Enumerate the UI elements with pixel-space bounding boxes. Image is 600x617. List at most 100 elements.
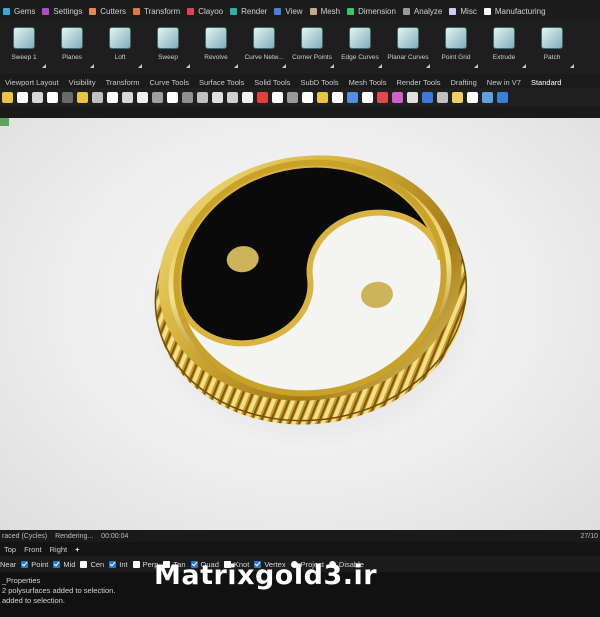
toolbar-icon[interactable]	[392, 91, 403, 103]
toolbar-icon[interactable]	[452, 91, 463, 103]
tool-button[interactable]: Corner Points	[288, 22, 336, 74]
category-tab[interactable]: Gems	[0, 0, 39, 22]
toolbar-tab[interactable]: Solid Tools	[249, 78, 295, 87]
category-tab-label: Render	[241, 6, 268, 16]
toolbar-icon[interactable]	[62, 91, 73, 103]
category-color-swatch	[3, 7, 10, 15]
osnap-checkbox[interactable]	[132, 560, 140, 568]
viewport-tab[interactable]: Front	[24, 545, 42, 554]
toolbar-icon[interactable]	[362, 91, 373, 103]
category-tab[interactable]: Analyze	[400, 0, 446, 22]
osnap-option[interactable]: Point	[21, 560, 48, 569]
tool-button[interactable]: Planes	[48, 22, 96, 74]
toolbar-icon[interactable]	[437, 91, 448, 103]
toolbar-icon[interactable]	[257, 91, 268, 103]
toolbar-tab[interactable]: Mesh Tools	[344, 78, 392, 87]
category-tab[interactable]: Cutters	[86, 0, 130, 22]
toolbar-icon[interactable]	[152, 91, 163, 103]
toolbar-icon[interactable]	[317, 91, 328, 103]
category-tab[interactable]: Dimension	[344, 0, 400, 22]
tool-label: Point Grid	[441, 54, 471, 61]
toolbar-icon[interactable]	[32, 91, 43, 103]
tool-icon	[493, 27, 515, 49]
toolbar-icon[interactable]	[242, 91, 253, 103]
category-color-swatch	[133, 7, 141, 15]
category-color-swatch	[449, 7, 457, 15]
tool-button[interactable]: Point Grid	[432, 22, 480, 74]
toolbar-icon[interactable]	[17, 91, 28, 103]
osnap-checkbox[interactable]	[21, 560, 29, 568]
toolbar-tab[interactable]: Curve Tools	[145, 78, 194, 87]
history-line: added to selection.	[2, 596, 65, 605]
flyout-arrow-icon	[186, 64, 190, 68]
category-tab[interactable]: Render	[227, 0, 271, 22]
toolbar-tab[interactable]: Drafting	[446, 78, 482, 87]
category-tab[interactable]: Misc	[446, 0, 480, 22]
flyout-arrow-icon	[234, 64, 238, 68]
tool-button[interactable]: Sweep 1	[0, 22, 48, 74]
osnap-checkbox[interactable]	[53, 560, 61, 568]
toolbar-icon[interactable]	[137, 91, 148, 103]
category-tab[interactable]: Mesh	[307, 0, 345, 22]
category-tab[interactable]: Clayoo	[184, 0, 227, 22]
tool-button[interactable]: Edge Curves	[336, 22, 384, 74]
toolbar-tab[interactable]: Surface Tools	[194, 78, 249, 87]
tool-button[interactable]: Planar Curves	[384, 22, 432, 74]
osnap-checkbox[interactable]	[109, 560, 117, 568]
toolbar-icon[interactable]	[182, 91, 193, 103]
osnap-checkbox[interactable]	[80, 560, 88, 568]
osnap-option[interactable]: Cen	[80, 560, 104, 569]
toolbar-tab[interactable]: Transform	[101, 78, 145, 87]
add-viewport-button[interactable]: +	[75, 545, 79, 554]
toolbar-icon[interactable]	[197, 91, 208, 103]
toolbar-icon[interactable]	[212, 91, 223, 103]
toolbar-tab[interactable]: SubD Tools	[295, 78, 343, 87]
render-progress: 27/10	[580, 532, 598, 540]
toolbar-icon[interactable]	[2, 91, 13, 103]
tool-icon	[349, 27, 371, 49]
toolbar-icon[interactable]	[107, 91, 118, 103]
tool-icon	[397, 27, 419, 49]
category-color-swatch	[89, 7, 97, 15]
toolbar-icon[interactable]	[482, 91, 493, 103]
toolbar-icon[interactable]	[302, 91, 313, 103]
toolbar-icon[interactable]	[227, 91, 238, 103]
toolbar-icon[interactable]	[272, 91, 283, 103]
category-tab[interactable]: Transform	[130, 0, 184, 22]
toolbar-icon[interactable]	[407, 91, 418, 103]
toolbar-icon[interactable]	[122, 91, 133, 103]
toolbar-icon[interactable]	[422, 91, 433, 103]
toolbar-tab[interactable]: Render Tools	[391, 78, 445, 87]
toolbar-tab[interactable]: Viewport Layout	[0, 78, 64, 87]
toolbar-tab[interactable]: Visibility	[64, 78, 101, 87]
toolbar-icon[interactable]	[497, 91, 508, 103]
toolbar-icon[interactable]	[377, 91, 388, 103]
toolbar-icon[interactable]	[467, 91, 478, 103]
osnap-option[interactable]: Mid	[53, 560, 75, 569]
tool-button[interactable]: Curve Netw...	[240, 22, 288, 74]
tool-button[interactable]: Patch	[528, 22, 576, 74]
viewport-tab[interactable]: Right	[50, 545, 68, 554]
category-tab[interactable]: Manufacturing	[481, 0, 550, 22]
toolbar-tab[interactable]: New in V7	[482, 78, 526, 87]
tool-button[interactable]: Revolve	[192, 22, 240, 74]
category-tab[interactable]: Settings	[39, 0, 86, 22]
tool-label: Loft	[114, 54, 126, 61]
category-tab[interactable]: View	[271, 0, 306, 22]
toolbar-icon[interactable]	[332, 91, 343, 103]
tool-button[interactable]: Sweep	[144, 22, 192, 74]
toolbar-icon[interactable]	[347, 91, 358, 103]
toolbar-tab[interactable]: Standard	[526, 78, 566, 87]
category-color-swatch	[187, 7, 195, 15]
tool-button[interactable]: Loft	[96, 22, 144, 74]
osnap-option[interactable]: Near	[0, 560, 16, 569]
toolbar-icon[interactable]	[167, 91, 178, 103]
viewport-tab[interactable]: Top	[4, 545, 16, 554]
osnap-option[interactable]: Int	[109, 560, 128, 569]
toolbar-icon[interactable]	[77, 91, 88, 103]
toolbar-icon[interactable]	[287, 91, 298, 103]
tool-button[interactable]: Extrude	[480, 22, 528, 74]
perspective-viewport[interactable]	[0, 118, 600, 530]
toolbar-icon[interactable]	[47, 91, 58, 103]
toolbar-icon[interactable]	[92, 91, 103, 103]
